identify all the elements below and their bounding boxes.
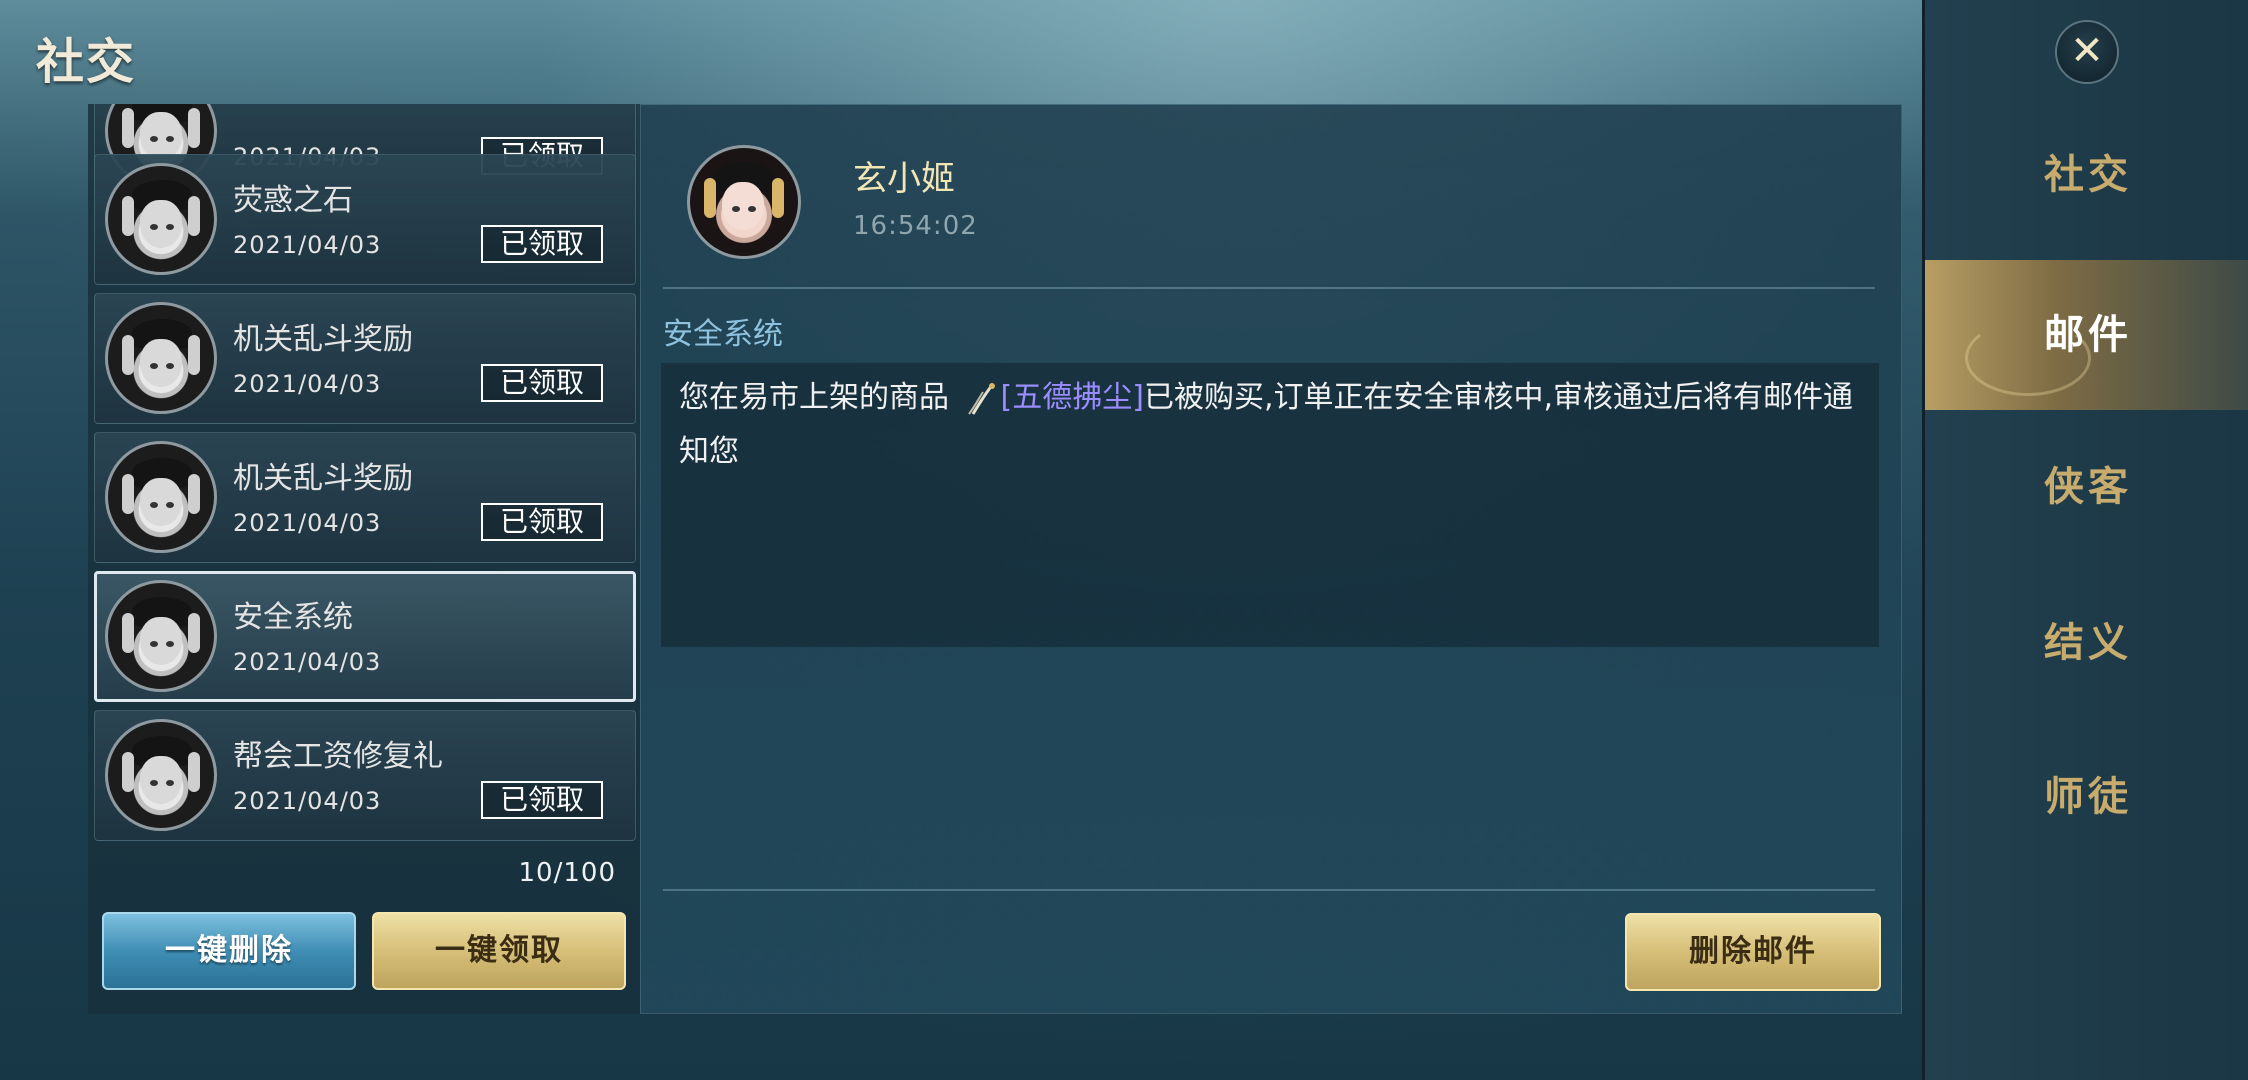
item-link[interactable]: [五德拂尘] (1001, 380, 1144, 415)
mail-item[interactable]: 荧惑之石 2021/04/03 已领取 (94, 154, 636, 285)
mail-count: 10/100 (518, 858, 616, 888)
delete-all-button[interactable]: 一键删除 (102, 912, 356, 990)
sender-avatar (687, 145, 801, 259)
tab-mail-label: 邮件 (2044, 311, 2132, 358)
claimed-badge: 已领取 (481, 364, 603, 402)
sender-avatar (105, 719, 217, 831)
mail-section-label: 安全系统 (663, 317, 783, 352)
sender-avatar (105, 302, 217, 414)
tab-mail[interactable]: 邮件 (1925, 260, 2248, 410)
tab-sworn[interactable]: 结义 (1925, 568, 2248, 718)
claimed-badge: 已领取 (481, 225, 603, 263)
close-button[interactable]: ✕ (2055, 20, 2119, 84)
mail-item-date: 2021/04/03 (233, 370, 382, 398)
claimed-badge: 已领取 (481, 503, 603, 541)
mail-item-title: 荧惑之石 (233, 183, 353, 218)
sender-avatar (105, 580, 217, 692)
mail-item-title: 机关乱斗奖励 (233, 461, 413, 496)
divider (663, 287, 1875, 289)
mail-item[interactable]: 机关乱斗奖励 2021/04/03 已领取 (94, 432, 636, 563)
mail-list-panel: 2021/04/03 已领取 荧惑之石 2021/04/03 已领取 机关乱斗奖… (88, 104, 640, 1014)
message-text: 您在易市上架的商品 (679, 380, 959, 415)
close-icon: ✕ (2070, 28, 2104, 74)
mail-list-scroll[interactable]: 2021/04/03 已领取 荧惑之石 2021/04/03 已领取 机关乱斗奖… (94, 104, 726, 844)
mail-item-title: 机关乱斗奖励 (233, 322, 413, 357)
claim-all-button[interactable]: 一键领取 (372, 912, 626, 990)
claimed-badge: 已领取 (481, 781, 603, 819)
tab-mentorship[interactable]: 师徒 (1925, 722, 2248, 872)
delete-mail-button[interactable]: 删除邮件 (1625, 913, 1881, 991)
mail-time: 16:54:02 (853, 211, 978, 241)
mail-detail-panel: 玄小姬 16:54:02 安全系统 您在易市上架的商品 [五德拂尘]已被购买,订… (640, 104, 1902, 1014)
social-window: 社交 2021/04/03 已领取 荧惑之石 2021/04/03 已领取 (0, 0, 2248, 1080)
tab-social[interactable]: 社交 (1925, 100, 2248, 250)
sender-avatar (105, 441, 217, 553)
mail-item-date: 2021/04/03 (233, 787, 382, 815)
tab-companions[interactable]: 侠客 (1925, 412, 2248, 562)
mail-item-date: 2021/04/03 (233, 648, 382, 676)
mail-item-title: 帮会工资修复礼 (233, 739, 443, 774)
divider (663, 889, 1875, 891)
mail-item-date: 2021/04/03 (233, 509, 382, 537)
right-nav: ✕ 社交 邮件 侠客 结义 师徒 (1922, 0, 2248, 1080)
mail-body: 您在易市上架的商品 [五德拂尘]已被购买,订单正在安全审核中,审核通过后将有邮件… (661, 363, 1879, 647)
mail-item-title: 安全系统 (233, 600, 353, 635)
window-title: 社交 (36, 34, 137, 90)
mail-item[interactable]: 帮会工资修复礼 2021/04/03 已领取 (94, 710, 636, 841)
sender-avatar (105, 163, 217, 275)
sender-name: 玄小姬 (853, 159, 955, 199)
mail-item[interactable]: 机关乱斗奖励 2021/04/03 已领取 (94, 293, 636, 424)
whisk-item-icon (967, 382, 995, 415)
mail-item-selected[interactable]: 安全系统 2021/04/03 (94, 571, 636, 702)
mail-item-date: 2021/04/03 (233, 231, 382, 259)
